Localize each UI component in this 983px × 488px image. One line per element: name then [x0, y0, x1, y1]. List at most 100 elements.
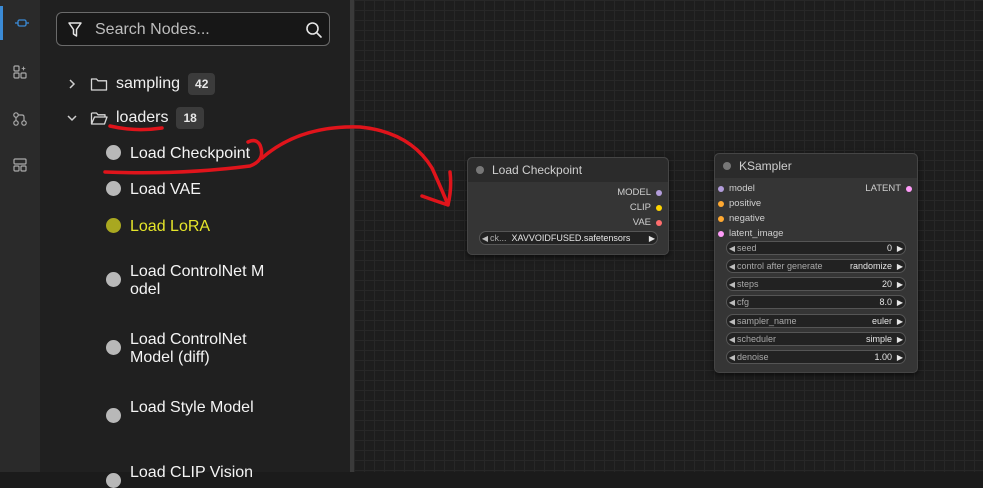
slot-label: model: [729, 183, 755, 194]
slot-dot-icon[interactable]: [718, 185, 724, 192]
output-slot-latent[interactable]: LATENT: [865, 183, 912, 194]
slot-dot-icon[interactable]: [718, 215, 724, 222]
workflows-icon: [13, 112, 27, 126]
widget-ckpt-name[interactable]: ◀ ck... XAVVOIDFUSED.safetensors ▶: [479, 231, 658, 245]
node-dot-icon: [106, 218, 121, 233]
slot-label: MODEL: [617, 187, 651, 198]
arrow-left-icon[interactable]: ◀: [727, 262, 737, 271]
activity-bar: [0, 0, 41, 472]
arrow-left-icon[interactable]: ◀: [727, 298, 737, 307]
widget-sampler-name[interactable]: ◀ sampler_name euler ▶: [726, 314, 906, 328]
templates-tab[interactable]: [0, 148, 40, 182]
arrow-right-icon[interactable]: ▶: [647, 234, 657, 243]
node-load-checkpoint[interactable]: Load Checkpoint MODEL CLIP VAE ◀ ck... X…: [467, 157, 669, 255]
output-slot-model[interactable]: MODEL: [617, 187, 662, 198]
node-item-load-controlnet-model-diff[interactable]: Load ControlNet Model (diff): [106, 331, 276, 367]
search-box[interactable]: [56, 12, 330, 46]
count-badge: 18: [176, 107, 204, 129]
tree-folder-sampling[interactable]: sampling 42: [40, 70, 216, 98]
node-item-label: Load Style Model: [130, 399, 254, 416]
slot-label: CLIP: [629, 202, 651, 213]
arrow-right-icon[interactable]: ▶: [895, 353, 905, 362]
model-library-icon: [13, 65, 27, 79]
slot-dot-icon[interactable]: [656, 204, 662, 211]
node-item-load-controlnet-model[interactable]: Load ControlNet Model: [106, 263, 268, 299]
templates-icon: [13, 158, 27, 172]
widget-label: seed: [737, 243, 757, 253]
input-slot-negative[interactable]: negative: [718, 213, 765, 224]
slot-dot-icon[interactable]: [656, 219, 662, 226]
arrow-left-icon[interactable]: ◀: [727, 317, 737, 326]
node-item-load-vae[interactable]: Load VAE: [106, 181, 280, 199]
node-ksampler[interactable]: KSampler model positive negative latent_…: [714, 153, 918, 373]
node-title-bar[interactable]: KSampler: [715, 154, 917, 178]
folder-label: sampling: [116, 75, 181, 92]
arrow-left-icon[interactable]: ◀: [727, 353, 737, 362]
input-slot-latent-image[interactable]: latent_image: [718, 228, 783, 239]
node-title-bar[interactable]: Load Checkpoint: [468, 158, 668, 182]
node-title: KSampler: [739, 159, 792, 173]
widget-label: cfg: [737, 297, 750, 307]
node-item-load-clip-vision[interactable]: Load CLIP Vision: [106, 464, 254, 488]
arrow-right-icon[interactable]: ▶: [895, 262, 905, 271]
widget-scheduler[interactable]: ◀ scheduler simple ▶: [726, 332, 906, 346]
slot-dot-icon[interactable]: [656, 189, 662, 196]
node-item-label: Load LoRA: [130, 218, 211, 235]
chevron-down-icon[interactable]: [66, 112, 78, 124]
widget-control-after-generate[interactable]: ◀ control after generate randomize ▶: [726, 259, 906, 273]
tree-folder-loaders[interactable]: loaders 18: [40, 104, 204, 132]
arrow-right-icon[interactable]: ▶: [895, 298, 905, 307]
arrow-left-icon[interactable]: ◀: [727, 244, 737, 253]
arrow-right-icon[interactable]: ▶: [895, 280, 905, 289]
slot-label: latent_image: [729, 228, 784, 239]
slot-dot-icon[interactable]: [906, 185, 912, 192]
count-badge: 42: [188, 73, 216, 95]
widget-label: scheduler: [737, 334, 777, 344]
widget-denoise[interactable]: ◀ denoise 1.00 ▶: [726, 350, 906, 364]
folder-label: loaders: [116, 109, 169, 126]
node-item-load-checkpoint[interactable]: Load Checkpoint: [106, 145, 280, 163]
node-dot-icon: [106, 181, 121, 196]
node-item-label: Load ControlNet Model (diff): [130, 331, 247, 366]
arrow-right-icon[interactable]: ▶: [895, 335, 905, 344]
node-dot-icon: [106, 473, 121, 488]
node-item-load-lora[interactable]: Load LoRA: [106, 218, 280, 236]
node-item-load-style-model[interactable]: Load Style Model: [106, 399, 254, 423]
node-library-tab[interactable]: [0, 6, 40, 40]
arrow-right-icon[interactable]: ▶: [895, 317, 905, 326]
output-slot-clip[interactable]: CLIP: [630, 202, 662, 213]
node-item-label: Load ControlNet Model: [130, 263, 265, 298]
collapse-dot-icon[interactable]: [723, 162, 731, 170]
node-item-label: Load CLIP Vision: [130, 464, 254, 481]
slot-dot-icon[interactable]: [718, 200, 724, 207]
filter-icon[interactable]: [67, 21, 83, 39]
search-input[interactable]: [93, 19, 297, 41]
widget-value: 8.0: [879, 297, 892, 307]
search-icon[interactable]: [305, 21, 323, 39]
widget-cfg[interactable]: ◀ cfg 8.0 ▶: [726, 295, 906, 309]
slot-label: positive: [729, 198, 762, 209]
workflows-tab[interactable]: [0, 102, 40, 136]
node-library-icon: [14, 19, 29, 27]
model-library-tab[interactable]: [0, 55, 40, 89]
input-slot-positive[interactable]: positive: [718, 198, 761, 209]
graph-canvas[interactable]: Load Checkpoint MODEL CLIP VAE ◀ ck... X…: [354, 0, 983, 472]
slot-dot-icon[interactable]: [718, 230, 724, 237]
folder-open-icon: [90, 112, 108, 125]
slot-label: negative: [729, 213, 765, 224]
widget-value: XAVVOIDFUSED.safetensors: [511, 233, 631, 243]
widget-label: ck...: [490, 233, 507, 243]
chevron-right-icon[interactable]: [66, 78, 78, 90]
widget-steps[interactable]: ◀ steps 20 ▶: [726, 277, 906, 291]
input-slot-model[interactable]: model: [718, 183, 755, 194]
arrow-left-icon[interactable]: ◀: [727, 280, 737, 289]
widget-seed[interactable]: ◀ seed 0 ▶: [726, 241, 906, 255]
arrow-left-icon[interactable]: ◀: [727, 335, 737, 344]
arrow-left-icon[interactable]: ◀: [480, 234, 490, 243]
widget-label: control after generate: [737, 261, 823, 271]
node-dot-icon: [106, 408, 121, 423]
collapse-dot-icon[interactable]: [476, 166, 484, 174]
arrow-right-icon[interactable]: ▶: [895, 244, 905, 253]
output-slot-vae[interactable]: VAE: [633, 217, 662, 228]
widget-value: 20: [881, 279, 892, 289]
